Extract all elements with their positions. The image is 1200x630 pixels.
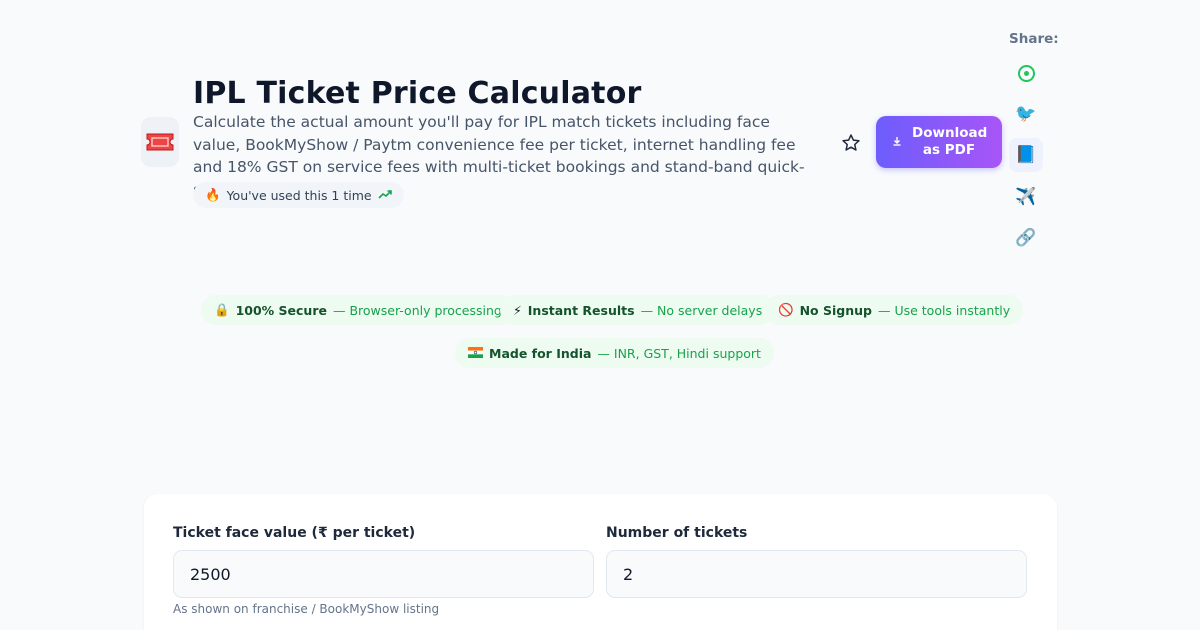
trending-up-icon <box>378 188 392 203</box>
face-value-input[interactable]: 2500 <box>173 550 594 598</box>
share-telegram-button[interactable]: ✈️ <box>1009 180 1043 214</box>
download-pdf-button[interactable]: Download as PDF <box>876 116 1002 168</box>
india-flag-icon <box>468 346 483 361</box>
share-panel: Share: <box>1009 31 1059 47</box>
twitter-icon: 🐦 <box>1015 104 1037 124</box>
badge-title: No Signup <box>799 302 872 318</box>
badge-desc: — INR, GST, Hindi support <box>597 345 761 361</box>
badge-title: Made for India <box>489 345 592 361</box>
tickets-label: Number of tickets <box>606 525 748 541</box>
share-whatsapp-button[interactable] <box>1009 56 1043 90</box>
download-pdf-label: Download as PDF <box>912 125 988 158</box>
star-icon <box>842 134 860 151</box>
badge-title: 100% Secure <box>235 302 327 318</box>
face-value-label: Ticket face value (₹ per ticket) <box>173 525 416 541</box>
calculator-card: Ticket face value (₹ per ticket) 2500 As… <box>144 494 1057 630</box>
badge-desc: — No server delays <box>640 302 763 318</box>
lock-icon: 🔒 <box>214 302 230 317</box>
badge-title: Instant Results <box>527 302 635 318</box>
tool-icon <box>141 117 179 167</box>
badge-instant: ⚡ Instant Results — No server delays <box>500 295 776 325</box>
link-icon: 🔗 <box>1015 228 1037 248</box>
share-twitter-button[interactable]: 🐦 <box>1009 97 1043 131</box>
copy-link-button[interactable]: 🔗 <box>1009 221 1043 255</box>
badge-desc: — Use tools instantly <box>877 302 1011 318</box>
badge-no-signup: 🚫 No Signup — Use tools instantly <box>765 295 1024 325</box>
tickets-input[interactable]: 2 <box>606 550 1027 598</box>
share-label: Share: <box>1009 31 1059 47</box>
share-facebook-button[interactable]: 📘 <box>1009 138 1043 172</box>
whatsapp-icon <box>1017 64 1035 82</box>
page-title: IPL Ticket Price Calculator <box>193 76 642 111</box>
favorite-button[interactable] <box>838 130 864 156</box>
lightning-icon: ⚡ <box>513 302 522 318</box>
facebook-icon: 📘 <box>1015 145 1037 165</box>
badge-desc: — Browser-only processing <box>332 302 502 318</box>
badge-india: Made for India — INR, GST, Hindi support <box>455 338 774 368</box>
fire-icon: 🔥 <box>205 187 221 202</box>
ticket-icon <box>146 133 174 151</box>
usage-badge: 🔥 You've used this 1 time <box>193 182 404 208</box>
usage-text: You've used this 1 time <box>226 187 372 203</box>
face-value-hint: As shown on franchise / BookMyShow listi… <box>173 602 440 616</box>
prohibited-icon: 🚫 <box>778 302 794 317</box>
download-icon <box>892 136 902 149</box>
badge-secure: 🔒 100% Secure — Browser-only processing <box>201 295 515 325</box>
telegram-icon: ✈️ <box>1015 187 1037 207</box>
